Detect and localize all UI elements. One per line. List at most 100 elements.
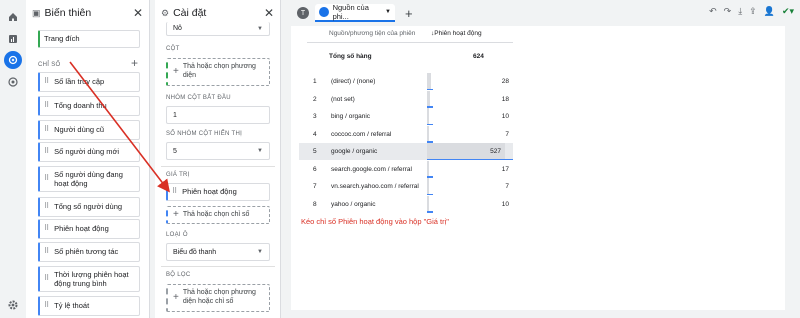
columns-label: CỘT — [166, 46, 180, 52]
columns-drop-zone[interactable]: + Thả hoặc chọn phương diện — [166, 58, 270, 86]
row-metric-value: 527 — [490, 148, 501, 155]
row-bar — [427, 160, 429, 177]
metric-label: Tổng số người dùng — [54, 202, 123, 212]
row-bar — [427, 125, 429, 142]
drag-handle-icon[interactable]: ⠿ — [44, 148, 49, 157]
show-groups-select[interactable]: 5 ▼ — [166, 142, 270, 160]
row-bar — [427, 178, 429, 194]
metric-chip[interactable]: ⠿ Người dùng cũ — [38, 120, 140, 140]
close-variables-icon[interactable]: ✕ — [133, 6, 143, 20]
dimension-chip[interactable]: Trang đích — [38, 30, 140, 48]
explore-workspace: ▣ Biến thiên ✕ Trang đích CHỈ SỐ + ⠿ Số l… — [0, 0, 800, 318]
table-row[interactable]: 5 google / organic 527 — [299, 143, 513, 160]
columns-drop-text: Thả hoặc chọn phương diện — [182, 63, 256, 79]
tab-label: Nguồn của phi... — [332, 3, 369, 21]
filter-drop-zone[interactable]: + Thả hoặc chọn phương diện hoặc chỉ số — [166, 284, 270, 312]
row-bar — [427, 195, 429, 212]
add-user-icon[interactable]: 👤 — [764, 6, 775, 17]
filter-drop-text: Thả hoặc chọn phương diện hoặc chỉ số — [182, 289, 256, 305]
redo-icon[interactable]: ↷ — [724, 6, 732, 17]
metric-chip[interactable]: ⠿ Số lần truy cập — [38, 72, 140, 92]
row-number: 4 — [313, 130, 317, 138]
advertising-icon[interactable] — [4, 73, 22, 91]
row-dimension-value: (not set) — [331, 95, 355, 103]
metric-chip[interactable]: ⠿ Số phiên tương tác — [38, 242, 140, 262]
drag-handle-icon[interactable]: ⠿ — [44, 248, 49, 257]
drag-handle-icon[interactable]: ⠿ — [44, 126, 49, 135]
row-metric-value: 28 — [501, 78, 509, 85]
metric-chip[interactable]: ⠿ Tổng doanh thu — [38, 96, 140, 116]
instruction-annotation: Kéo chỉ số Phiên hoạt động vào hộp "Giá … — [301, 217, 449, 226]
metric-label: Người dùng cũ — [54, 125, 105, 135]
dimension-label: Trang đích — [44, 34, 80, 44]
close-settings-icon[interactable]: ✕ — [264, 6, 274, 20]
settings-panel: ⚙ Cài đặt ✕ Nô ▼ CỘT + Thả hoặc chọn phươn… — [155, 0, 281, 318]
show-groups-value: 5 — [173, 147, 177, 155]
total-value: 624 — [473, 53, 484, 60]
drag-handle-icon[interactable]: ⠿ — [44, 203, 49, 212]
row-dimension-value: search.google.com / referral — [331, 165, 412, 173]
start-group-input[interactable]: 1 — [166, 106, 270, 124]
metric-chip[interactable]: ⠿ Số người dùng mới — [38, 142, 140, 162]
avatar[interactable]: T — [297, 7, 309, 19]
row-dimension-value: vn.search.yahoo.com / referral — [331, 183, 419, 190]
settings-gear-icon[interactable] — [7, 299, 19, 311]
table-row[interactable]: 4 coccoc.com / referral 7 — [307, 125, 513, 143]
undo-icon[interactable]: ↶ — [709, 6, 717, 17]
variables-panel-icon: ▣ — [32, 7, 41, 18]
drag-handle-icon[interactable]: ⠿ — [44, 302, 49, 311]
cell-type-select[interactable]: Biểu đồ thanh ▼ — [166, 243, 270, 261]
row-dimension-value: (direct) / (none) — [331, 78, 376, 85]
table-row[interactable]: 1 (direct) / (none) 28 — [307, 73, 513, 90]
home-icon[interactable] — [4, 8, 22, 26]
table-row[interactable]: 8 yahoo / organic 10 — [307, 195, 513, 213]
metric-label: Số phiên tương tác — [54, 247, 119, 257]
dimension-header[interactable]: Nguồn/phương tiện của phiên — [329, 30, 415, 37]
add-tab-button[interactable]: + — [405, 6, 413, 21]
add-metric-button[interactable]: + — [131, 56, 138, 70]
table-row[interactable]: 6 search.google.com / referral 17 — [307, 160, 513, 178]
drag-handle-icon[interactable]: ⠿ — [44, 175, 49, 184]
drag-handle-icon[interactable]: ⠿ — [44, 225, 49, 234]
table-row[interactable]: 7 vn.search.yahoo.com / referral 7 — [307, 178, 513, 195]
explore-icon[interactable] — [4, 51, 22, 69]
drag-handle-icon[interactable]: ⠿ — [44, 275, 49, 284]
total-label: Tổng số hàng — [329, 53, 372, 60]
row-bar — [427, 108, 429, 124]
toolbar: ↶ ↷ ⤓ ⇪ 👤 ✔▾ — [709, 6, 794, 17]
top-select[interactable]: Nô ▼ — [166, 22, 270, 36]
drag-handle-icon[interactable]: ⠿ — [44, 78, 49, 87]
metric-chip[interactable]: ⠿ Số người dùng đang hoạt động — [38, 166, 140, 192]
reports-icon[interactable] — [4, 30, 22, 48]
row-dimension-value: coccoc.com / referral — [331, 130, 392, 138]
metric-chip[interactable]: ⠿ Phiên hoạt động — [38, 219, 140, 239]
metric-chip[interactable]: ⠿ Tổng số người dùng — [38, 197, 140, 217]
start-group-value: 1 — [173, 111, 177, 119]
metric-chip[interactable]: ⠿ Tỷ lệ thoát — [38, 296, 140, 316]
variables-title: Biến thiên — [44, 7, 92, 19]
row-dimension-value: yahoo / organic — [331, 200, 376, 208]
metric-chip[interactable]: ⠿ Thời lượng phiên hoạt động trung bình — [38, 266, 140, 292]
table-row[interactable]: 2 (not set) 18 — [307, 90, 513, 108]
metric-label: Thời lượng phiên hoạt động trung bình — [54, 269, 129, 288]
download-icon[interactable]: ⤓ — [738, 6, 742, 17]
explore-tab-icon — [319, 7, 329, 17]
add-icon: + — [173, 291, 179, 303]
tab-active[interactable]: Nguồn của phi... ▼ — [315, 3, 395, 22]
row-dimension-value: bing / organic — [331, 113, 371, 120]
metric-label: Số lần truy cập — [54, 77, 105, 87]
check-status-icon[interactable]: ✔▾ — [782, 6, 794, 17]
table-row[interactable]: 3 bing / organic 10 — [307, 108, 513, 125]
metric-label: Tổng doanh thu — [54, 101, 107, 111]
values-metric-chip[interactable]: ⠿ Phiên hoạt động — [166, 183, 270, 201]
chevron-down-icon[interactable]: ▼ — [385, 9, 391, 15]
metric-header[interactable]: ↓Phiên hoạt động — [431, 30, 482, 37]
row-metric-value: 7 — [505, 130, 509, 138]
table-canvas: Nguồn/phương tiện của phiên ↓Phiên hoạt … — [291, 26, 785, 310]
row-number: 3 — [313, 113, 317, 120]
settings-title: Cài đặt — [173, 7, 207, 19]
values-drop-zone[interactable]: + Thả hoặc chọn chỉ số — [166, 206, 270, 224]
share-icon[interactable]: ⇪ — [749, 6, 757, 17]
drag-handle-icon[interactable]: ⠿ — [44, 102, 49, 111]
drag-handle-icon[interactable]: ⠿ — [172, 188, 177, 197]
